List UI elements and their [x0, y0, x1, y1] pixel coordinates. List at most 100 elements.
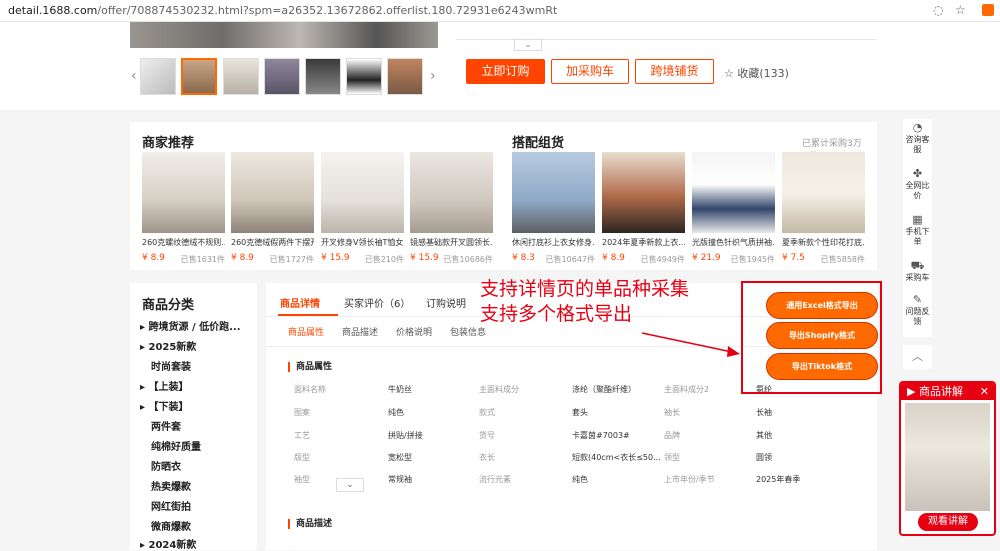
prop-value: 其他 [756, 431, 772, 440]
star-icon[interactable]: ☆ [955, 3, 966, 17]
thumb-image[interactable] [305, 58, 341, 95]
product-card[interactable]: 260克德绒假两件下摆开... ¥ 8.9已售1727件 [231, 152, 314, 264]
cross-border-button[interactable]: 跨境铺货 [635, 59, 714, 84]
back-to-top-icon[interactable]: ︿ [903, 345, 932, 369]
cart-icon: ⛟ [910, 259, 925, 272]
watch-explain-button[interactable]: 观看讲解 [918, 513, 978, 531]
prop-key: 袖型 [294, 475, 310, 484]
description-heading: 商品描述 [288, 519, 332, 529]
product-image [782, 152, 865, 233]
thumb-prev-icon[interactable]: ‹ [131, 68, 137, 84]
category-item[interactable]: 纯棉好质量 [151, 438, 201, 453]
export-shopify-button[interactable]: 导出Shopify格式 [766, 322, 878, 349]
close-icon[interactable]: ✕ [980, 383, 989, 400]
product-price: ¥ 21.9 已售1945件 [692, 253, 775, 264]
category-item[interactable]: ▸ 【上装】 [140, 378, 189, 393]
price-compare-button[interactable]: ✤ 全网比价 [903, 168, 932, 201]
category-item[interactable]: ▸ 【下装】 [140, 398, 189, 413]
prop-value: 拼贴/拼接 [388, 431, 423, 440]
prop-value: 宽松型 [388, 453, 412, 462]
annotation-line1: 支持详情页的单品种采集 [480, 278, 690, 300]
product-card[interactable]: 光版撞色针织气质拼袖... ¥ 21.9 已售1945件 [692, 152, 775, 264]
subtab-packaging[interactable]: 包装信息 [450, 325, 486, 338]
export-excel-button[interactable]: 通用Excel格式导出 [766, 292, 878, 319]
browser-address-bar[interactable]: detail.1688.com/offer/708874530232.html?… [0, 0, 1000, 22]
product-name: 260克德绒假两件下摆开... [231, 238, 314, 247]
subtab-attributes[interactable]: 商品属性 [288, 325, 324, 338]
prop-key: 品牌 [664, 431, 680, 440]
product-price: ¥ 8.9 已售4949件 [602, 253, 685, 264]
eye-off-icon[interactable]: ◌ [933, 3, 943, 17]
prop-value: 长袖 [756, 408, 772, 417]
category-sidebar: 商品分类 ▸ 跨境货源 / 低价跑... ▸ 2025新款 时尚套装 ▸ 【上装… [130, 283, 257, 551]
category-item[interactable]: 热卖爆款 [151, 478, 191, 493]
product-name: 260克螺纹德绒不规则... [142, 238, 225, 247]
product-card[interactable]: 镜感基础款开叉圆领长... ¥ 15.9 已售10686件 [410, 152, 493, 264]
live-explain-widget[interactable]: ▶ 商品讲解 ✕ 观看讲解 [899, 381, 996, 536]
prop-value: 纯色 [388, 408, 404, 417]
thumb-image[interactable] [346, 58, 382, 95]
live-preview-image[interactable] [905, 403, 990, 511]
prop-key: 领型 [664, 453, 680, 462]
thumb-image[interactable] [387, 58, 423, 95]
prop-value: 短款(40cm<衣长≤50... [572, 453, 661, 462]
cart-button[interactable]: ⛟ 采购车 [903, 259, 932, 283]
product-name: 光版撞色针织气质拼袖... [692, 238, 775, 247]
category-item[interactable]: ▸ 2024新款 [140, 536, 196, 551]
subtab-description[interactable]: 商品描述 [342, 325, 378, 338]
product-name: 开叉修身V领长袖T恤女... [321, 238, 404, 247]
product-name: 镜感基础款开叉圆领长... [410, 238, 493, 247]
category-item[interactable]: 防晒衣 [151, 458, 181, 473]
prop-key: 款式 [479, 408, 495, 417]
customer-service-button[interactable]: ◔ 咨询客服 [903, 122, 932, 155]
product-image [512, 152, 595, 233]
active-tab-indicator [278, 314, 338, 316]
favorite-button[interactable]: ☆ 收藏(133) [724, 65, 789, 81]
buy-now-button[interactable]: 立即订购 [466, 59, 545, 84]
category-item[interactable]: 两件套 [151, 418, 181, 433]
tab-order-notes[interactable]: 订购说明 [426, 295, 466, 310]
recommend-title: 商家推荐 [142, 136, 195, 151]
product-price: ¥ 8.3 已售10647件 [512, 253, 595, 264]
product-image [142, 152, 225, 233]
product-card[interactable]: 夏季新款个性印花打底... ¥ 7.5 已售5858件 [782, 152, 865, 264]
prop-value: 卡嘉茵#7003# [572, 431, 630, 440]
recommend-card: 商家推荐 搭配组货 已累计采购3万+件 260克螺纹德绒不规则... ¥ 8.9… [130, 122, 877, 270]
prop-value: 涤纶（聚酯纤维） [572, 385, 636, 394]
expand-attributes-icon[interactable]: ⌄ [336, 478, 364, 492]
export-tiktok-button[interactable]: 导出Tiktok格式 [766, 353, 878, 380]
subtab-price[interactable]: 价格说明 [396, 325, 432, 338]
product-card[interactable]: 开叉修身V领长袖T恤女... ¥ 15.9 已售210件 [321, 152, 404, 264]
add-cart-button[interactable]: 加采购车 [551, 59, 629, 84]
mobile-order-button[interactable]: ▦ 手机下单 [903, 214, 932, 247]
prop-key: 主面料成分 [479, 385, 519, 394]
category-item[interactable]: ▸ 2025新款 [140, 338, 196, 353]
category-item[interactable]: 微商爆款 [151, 518, 191, 533]
category-item[interactable]: 时尚套装 [151, 358, 191, 373]
prop-key: 上市年份/季节 [664, 475, 715, 484]
category-item[interactable]: 网红街拍 [151, 498, 191, 513]
product-card[interactable]: 260克螺纹德绒不规则... ¥ 8.9 已售1631件 [142, 152, 225, 264]
product-image [692, 152, 775, 233]
feedback-button[interactable]: ✎ 问题反馈 [903, 294, 932, 327]
thumb-image[interactable] [140, 58, 176, 95]
tab-product-detail[interactable]: 商品详情 [280, 295, 320, 310]
thumb-image[interactable] [223, 58, 259, 95]
product-card[interactable]: 2024年夏季新款上衣... ¥ 8.9 已售4949件 [602, 152, 685, 264]
prop-value: 套头 [572, 408, 588, 417]
prop-value: 2025年春季 [756, 475, 801, 484]
url-text[interactable]: detail.1688.com/offer/708874530232.html?… [8, 4, 557, 17]
product-card[interactable]: 休闲打底衫上衣女修身... ¥ 8.3 已售10647件 [512, 152, 595, 264]
prop-key: 面料名称 [294, 385, 326, 394]
category-item[interactable]: ▸ 跨境货源 / 低价跑... [140, 318, 241, 333]
tab-reviews[interactable]: 买家评价（6） [344, 295, 410, 310]
extension-icon[interactable] [982, 4, 994, 16]
thumb-next-icon[interactable]: › [430, 68, 436, 84]
prop-value: 圆领 [756, 453, 772, 462]
prop-value: 牛奶丝 [388, 385, 412, 394]
product-price: ¥ 8.9 已售1727件 [231, 253, 314, 264]
product-price: ¥ 8.9 已售1631件 [142, 253, 225, 264]
thumb-image[interactable] [264, 58, 300, 95]
chevron-down-icon[interactable]: ⌄ [514, 39, 542, 51]
thumb-image[interactable] [181, 58, 217, 95]
